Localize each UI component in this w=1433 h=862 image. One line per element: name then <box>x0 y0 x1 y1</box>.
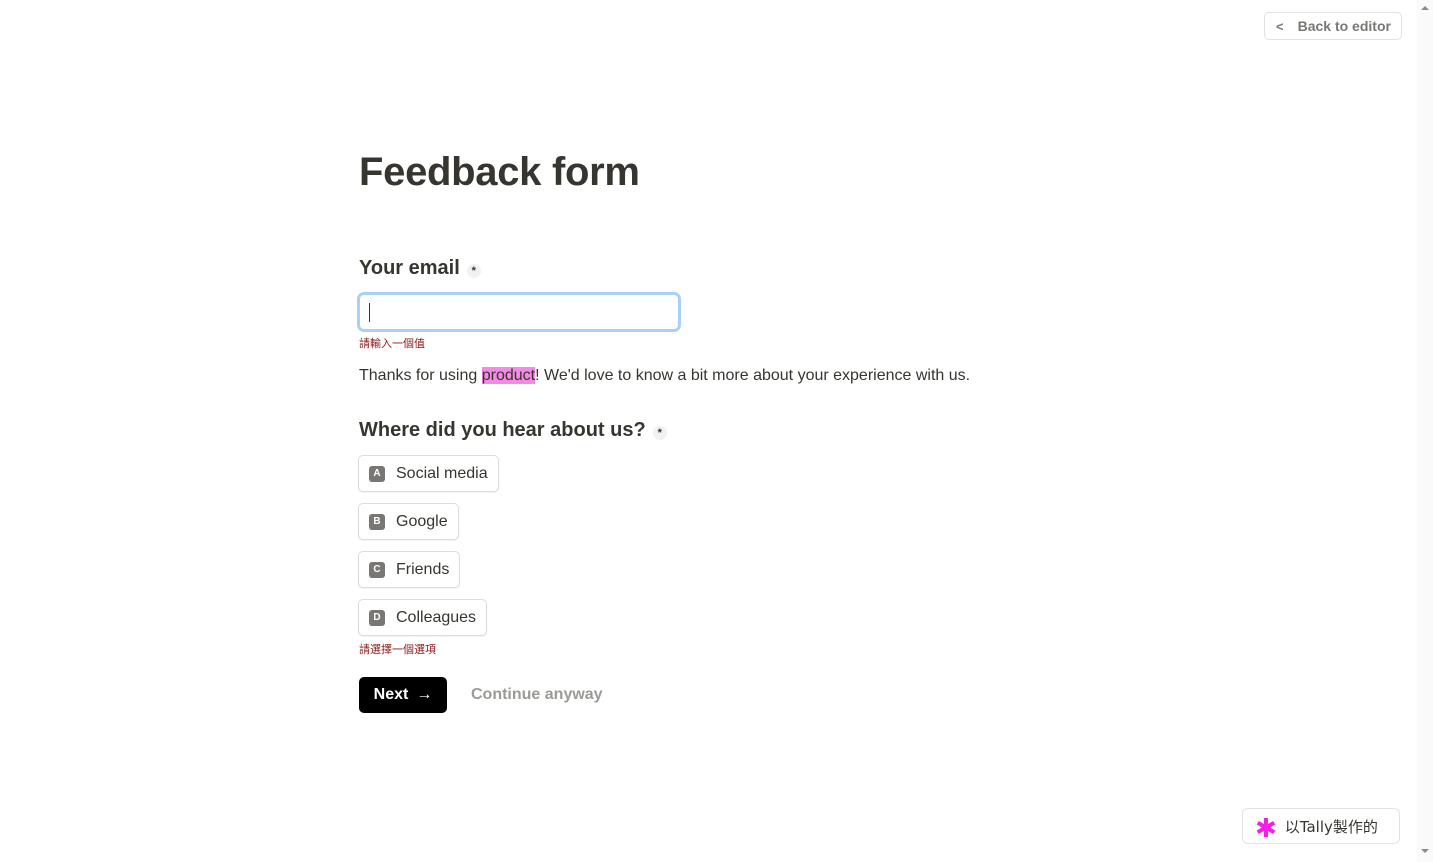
email-label-text: Your email <box>359 257 460 279</box>
option-key-badge: B <box>369 513 385 530</box>
email-input[interactable] <box>357 292 681 332</box>
next-button[interactable]: Next → <box>359 677 447 713</box>
required-asterisk-icon: * <box>652 425 667 440</box>
back-to-editor-label: Back to editor <box>1297 18 1391 34</box>
made-with-tally-badge[interactable]: ✱ 以Tally製作的 <box>1242 808 1400 844</box>
source-error-message: 請選擇一個選項 <box>359 643 436 656</box>
option-key-badge: D <box>369 609 385 626</box>
continue-anyway-link[interactable]: Continue anyway <box>471 686 603 704</box>
option-social-media[interactable]: A Social media <box>358 455 499 492</box>
text-caret <box>369 303 370 322</box>
vertical-scrollbar[interactable] <box>1417 0 1433 862</box>
source-question-label: Where did you hear about us? * <box>359 419 667 442</box>
scroll-down-arrow-icon[interactable] <box>1421 849 1429 853</box>
description-text-after: ! We'd love to know a bit more about you… <box>535 367 971 384</box>
option-colleagues[interactable]: D Colleagues <box>358 599 488 636</box>
description-highlight: product <box>481 367 536 384</box>
chevron-left-icon: < <box>1276 18 1284 34</box>
tally-asterisk-icon: ✱ <box>1255 813 1277 843</box>
form-description: Thanks for using product! We'd love to k… <box>359 367 970 385</box>
scroll-up-arrow-icon[interactable] <box>1421 6 1429 10</box>
option-label: Friends <box>396 560 450 578</box>
required-asterisk-icon: * <box>466 263 481 278</box>
email-question-label: Your email * <box>359 257 481 280</box>
back-to-editor-button[interactable]: < Back to editor <box>1264 12 1402 40</box>
option-label: Social media <box>396 464 488 482</box>
next-button-label: Next <box>373 686 409 703</box>
option-key-badge: A <box>369 465 385 482</box>
option-label: Google <box>396 512 448 530</box>
option-google[interactable]: B Google <box>358 503 459 540</box>
option-label: Colleagues <box>396 608 477 626</box>
description-text-before: Thanks for using <box>359 367 482 384</box>
form-title: Feedback form <box>359 150 640 194</box>
tally-badge-label: 以Tally製作的 <box>1284 817 1378 836</box>
option-friends[interactable]: C Friends <box>358 551 461 588</box>
source-label-text: Where did you hear about us? <box>359 419 646 441</box>
option-key-badge: C <box>369 561 385 578</box>
email-error-message: 請輸入一個值 <box>359 337 425 350</box>
arrow-right-icon: → <box>416 686 433 703</box>
